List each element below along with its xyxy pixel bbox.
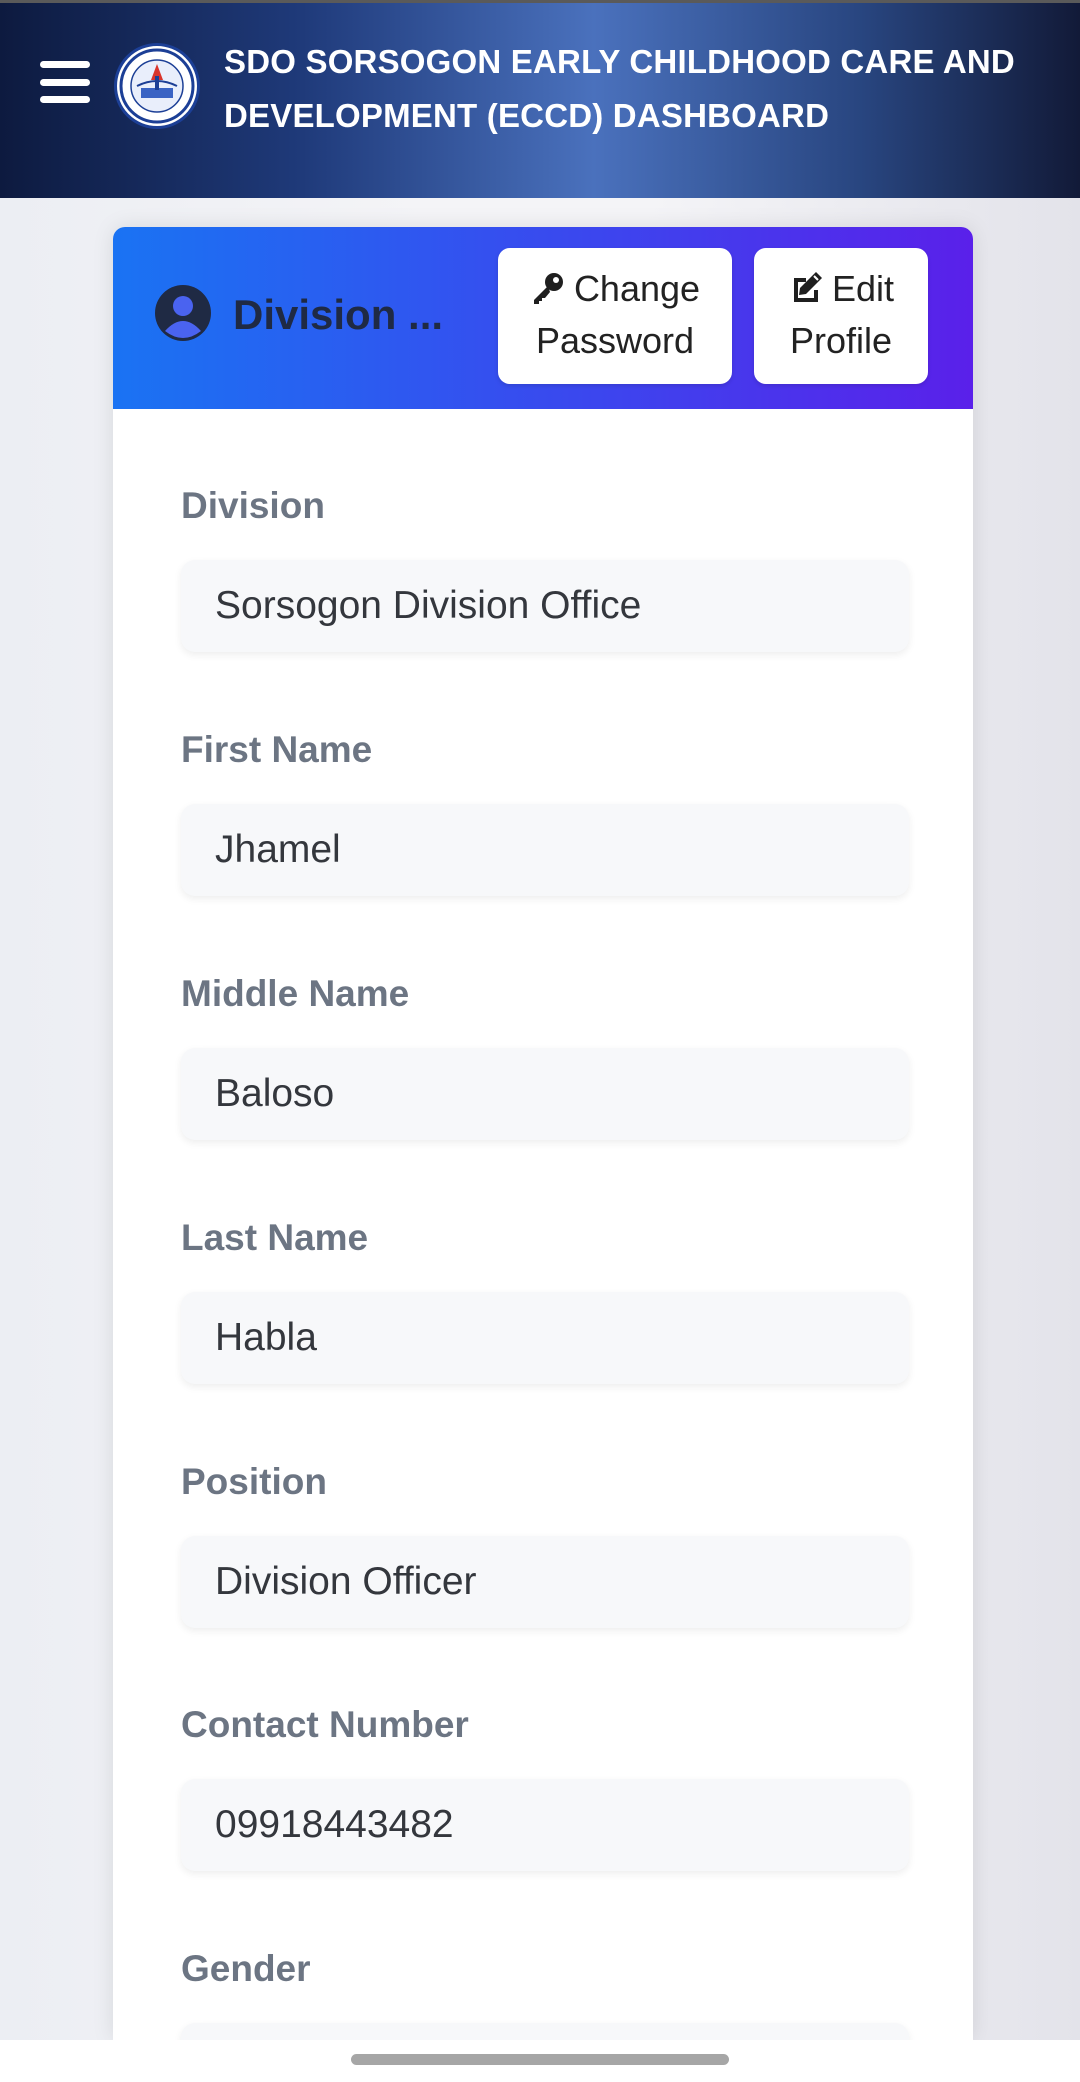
home-indicator[interactable] xyxy=(351,2054,729,2065)
first-name-field[interactable]: Jhamel xyxy=(181,804,909,896)
first-name-label: First Name xyxy=(181,729,373,770)
edit-square-icon xyxy=(793,272,822,302)
profile-card-title: Division ... xyxy=(233,291,444,338)
app-header: SDO SORSOGON EARLY CHILDHOOD CARE AND DE… xyxy=(0,0,1080,198)
last-name-field[interactable]: Habla xyxy=(181,1292,909,1384)
change-password-button[interactable]: Change Password xyxy=(498,248,732,384)
key-icon xyxy=(533,273,563,304)
change-password-label-line1: Change xyxy=(573,268,701,309)
system-navigation-bar xyxy=(0,2040,1080,2082)
profile-card: Division ... Change Password Edit Profil… xyxy=(113,227,973,2040)
hamburger-menu-icon[interactable] xyxy=(40,61,90,103)
edit-profile-button[interactable]: Edit Profile xyxy=(754,248,928,384)
deped-seal-logo xyxy=(114,43,200,129)
profile-card-header: Division ... Change Password Edit Profil… xyxy=(113,227,973,409)
last-name-label: Last Name xyxy=(181,1217,369,1258)
division-label: Division xyxy=(181,485,325,526)
change-password-label-line2: Password xyxy=(535,320,695,361)
division-field[interactable]: Sorsogon Division Office xyxy=(181,560,909,652)
contact-number-label: Contact Number xyxy=(181,1704,469,1745)
position-label: Position xyxy=(181,1461,327,1502)
dashboard-title: SDO SORSOGON EARLY CHILDHOOD CARE AND DE… xyxy=(224,43,1015,134)
gender-label: Gender xyxy=(181,1948,311,1989)
edit-profile-label-line1: Edit xyxy=(831,268,895,309)
user-circle-icon xyxy=(155,285,211,341)
contact-number-field[interactable]: 09918443482 xyxy=(181,1779,909,1871)
position-field[interactable]: Division Officer xyxy=(181,1536,909,1628)
middle-name-field[interactable]: Baloso xyxy=(181,1048,909,1140)
edit-profile-label-line2: Profile xyxy=(789,320,893,361)
gender-field[interactable] xyxy=(181,2023,909,2040)
middle-name-label: Middle Name xyxy=(181,973,410,1014)
